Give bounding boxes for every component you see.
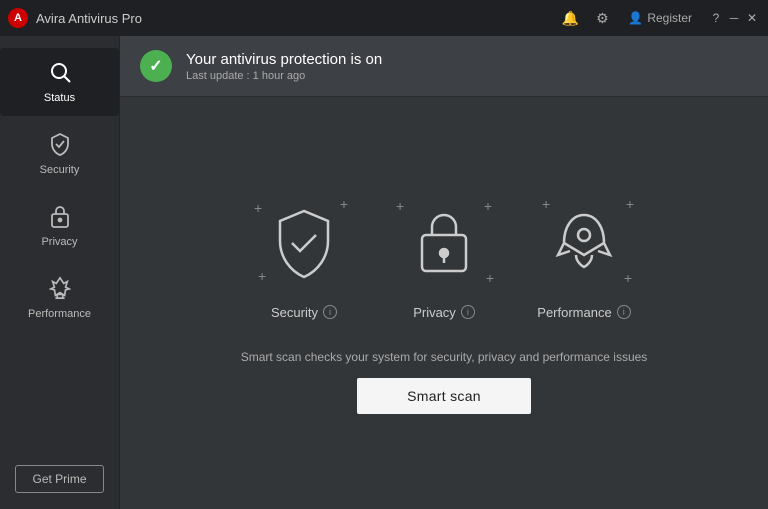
sidebar-item-status[interactable]: Status: [0, 48, 119, 116]
status-text-group: Your antivirus protection is on Last upd…: [186, 51, 382, 82]
privacy-label: Privacy: [41, 236, 77, 248]
security-feature-label: Security i: [271, 305, 337, 320]
status-subtitle: Last update : 1 hour ago: [186, 70, 382, 82]
security-info-icon[interactable]: i: [323, 305, 337, 319]
close-button[interactable]: ✕: [744, 10, 760, 26]
gear-icon-button[interactable]: ⚙: [588, 4, 616, 32]
plus-decoration: +: [486, 271, 494, 285]
privacy-feature-icon: [414, 207, 474, 279]
minimize-button[interactable]: ─: [726, 10, 742, 26]
privacy-feature-label: Privacy i: [413, 305, 475, 320]
status-bar: Your antivirus protection is on Last upd…: [120, 36, 768, 97]
performance-card-icon-wrap: + + +: [534, 193, 634, 293]
title-bar: A Avira Antivirus Pro 🔔 ⚙ 👤 Register ? ─…: [0, 0, 768, 36]
title-bar-controls: 🔔 ⚙ 👤 Register ? ─ ✕: [556, 4, 760, 32]
sidebar-item-security[interactable]: Security: [0, 120, 119, 188]
privacy-card-icon-wrap: + + +: [394, 193, 494, 293]
smart-scan-description: Smart scan checks your system for securi…: [241, 350, 648, 364]
status-label: Status: [44, 92, 75, 104]
main-content: Your antivirus protection is on Last upd…: [120, 36, 768, 509]
status-title: Your antivirus protection is on: [186, 51, 382, 68]
security-label: Security: [40, 164, 80, 176]
register-button[interactable]: 👤 Register: [620, 7, 700, 29]
security-icon: [49, 132, 71, 160]
app-body: Status Security Privacy: [0, 36, 768, 509]
plus-decoration: +: [258, 269, 266, 283]
feature-cards: + + + Security i: [254, 193, 634, 320]
user-icon: 👤: [628, 11, 643, 25]
performance-feature-label: Performance i: [537, 305, 630, 320]
performance-label: Performance: [28, 308, 91, 320]
security-feature-icon: [272, 207, 336, 279]
smart-scan-section: Smart scan checks your system for securi…: [241, 350, 648, 414]
feature-card-privacy: + + + Privacy i: [394, 193, 494, 320]
privacy-info-icon[interactable]: i: [461, 305, 475, 319]
plus-decoration: +: [254, 201, 262, 215]
plus-decoration: +: [542, 197, 550, 211]
app-logo: A: [8, 8, 28, 28]
sidebar-item-privacy[interactable]: Privacy: [0, 192, 119, 260]
plus-decoration: +: [484, 199, 492, 213]
performance-info-icon[interactable]: i: [617, 305, 631, 319]
question-button[interactable]: ?: [708, 10, 724, 26]
status-icon: [48, 60, 72, 88]
plus-decoration: +: [626, 197, 634, 211]
plus-decoration: +: [396, 199, 404, 213]
security-card-icon-wrap: + + +: [254, 193, 354, 293]
app-title: Avira Antivirus Pro: [36, 11, 548, 26]
feature-card-security: + + + Security i: [254, 193, 354, 320]
feature-card-performance: + + +: [534, 193, 634, 320]
sidebar: Status Security Privacy: [0, 36, 120, 509]
privacy-icon: [50, 204, 70, 232]
performance-feature-icon: [554, 207, 614, 279]
plus-decoration: +: [340, 197, 348, 211]
bell-icon-button[interactable]: 🔔: [556, 4, 584, 32]
features-area: + + + Security i: [120, 97, 768, 509]
get-prime-button[interactable]: Get Prime: [15, 465, 103, 493]
performance-icon: [49, 276, 71, 304]
plus-decoration: +: [624, 271, 632, 285]
window-controls: ? ─ ✕: [708, 10, 760, 26]
smart-scan-button[interactable]: Smart scan: [357, 378, 531, 414]
protection-status-icon: [140, 50, 172, 82]
sidebar-item-performance[interactable]: Performance: [0, 264, 119, 332]
